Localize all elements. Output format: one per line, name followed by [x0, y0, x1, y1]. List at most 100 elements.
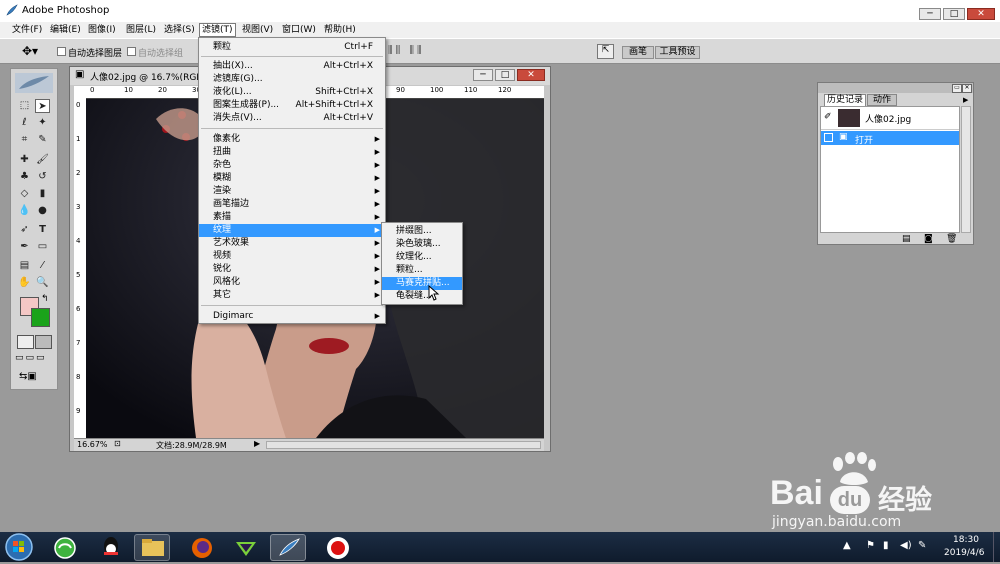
- pen-tool-icon[interactable]: ✒: [17, 240, 32, 254]
- brush-tool-icon[interactable]: 🖌: [35, 153, 50, 167]
- delete-state-icon[interactable]: 🗑: [946, 234, 957, 244]
- show-desktop-button[interactable]: [993, 532, 1000, 562]
- snapshot-source-icon[interactable]: ✐: [824, 112, 832, 122]
- menu-item-vanishing-point[interactable]: 消失点(V)... Alt+Ctrl+V: [199, 112, 385, 125]
- hand-tool-icon[interactable]: ✋: [17, 276, 32, 290]
- tab-brushes[interactable]: 画笔: [622, 46, 654, 59]
- taskbar-qq-icon[interactable]: [93, 534, 129, 561]
- align-buttons-icon[interactable]: ⫼⫼ ⫼⫼: [388, 45, 425, 56]
- tray-action-center-icon[interactable]: ⚑: [866, 540, 875, 551]
- notes-tool-icon[interactable]: ▤: [17, 259, 32, 273]
- swap-colors-icon[interactable]: ↰: [41, 294, 49, 304]
- menu-item-filter-gallery[interactable]: 滤镜库(G)...: [199, 73, 385, 86]
- maximize-button[interactable]: □: [943, 8, 965, 20]
- doc-close-button[interactable]: ✕: [517, 69, 545, 81]
- new-snapshot-icon[interactable]: ◙: [924, 234, 933, 244]
- taskbar-360-icon[interactable]: [47, 534, 83, 561]
- tab-history[interactable]: 历史记录: [824, 94, 866, 106]
- menu-item-mosaic-tiles[interactable]: 马赛克拼贴...: [382, 277, 462, 290]
- clone-stamp-icon[interactable]: ♣: [17, 170, 32, 184]
- menu-item-artistic[interactable]: 艺术效果 ▶: [199, 237, 385, 250]
- menu-item-texture[interactable]: 纹理 ▶: [199, 224, 385, 237]
- menu-item-patchwork[interactable]: 拼缀图...: [382, 225, 462, 238]
- taskbar-recorder-icon[interactable]: [320, 534, 356, 561]
- move-tool-icon[interactable]: ✥▾: [22, 44, 38, 58]
- zoom-tool-icon[interactable]: 🔍: [35, 276, 50, 290]
- history-scrollbar[interactable]: [961, 106, 971, 233]
- menu-select[interactable]: 选择(S): [162, 23, 197, 37]
- auto-select-group-checkbox[interactable]: [127, 47, 136, 56]
- palette-browser-icon[interactable]: ⇱: [597, 44, 614, 59]
- menu-file[interactable]: 文件(F): [10, 23, 44, 37]
- clock-date[interactable]: 2019/4/6: [944, 548, 984, 558]
- path-select-icon[interactable]: ➶: [17, 223, 32, 237]
- gradient-tool-icon[interactable]: ▮: [35, 187, 50, 201]
- history-brush-icon[interactable]: ↺: [35, 170, 50, 184]
- lasso-tool-icon[interactable]: ℓ: [17, 116, 32, 130]
- menu-item-sharpen[interactable]: 锐化 ▶: [199, 263, 385, 276]
- blur-tool-icon[interactable]: 💧: [17, 204, 32, 218]
- history-snapshot[interactable]: ✐ 人像02.jpg: [821, 107, 959, 130]
- menu-item-digimarc[interactable]: Digimarc ▶: [199, 310, 385, 323]
- magic-wand-icon[interactable]: ✦: [35, 116, 50, 130]
- tab-tool-presets[interactable]: 工具预设: [655, 46, 700, 59]
- menu-item-noise[interactable]: 杂色 ▶: [199, 159, 385, 172]
- menu-item-blur[interactable]: 模糊 ▶: [199, 172, 385, 185]
- minimize-button[interactable]: ─: [919, 8, 941, 20]
- new-document-from-state-icon[interactable]: ▤: [902, 234, 911, 244]
- doc-minimize-button[interactable]: ─: [473, 69, 493, 81]
- standard-mode-icon[interactable]: [17, 335, 34, 349]
- slice-tool-icon[interactable]: ✎: [35, 133, 50, 147]
- tray-network-icon[interactable]: ▮: [883, 540, 889, 551]
- quick-mask-icon[interactable]: [35, 335, 52, 349]
- history-source-checkbox[interactable]: [824, 133, 833, 142]
- menu-item-pixelate[interactable]: 像素化 ▶: [199, 133, 385, 146]
- menu-item-extract[interactable]: 抽出(X)... Alt+Ctrl+X: [199, 60, 385, 73]
- start-button-icon[interactable]: [4, 533, 34, 562]
- menu-item-craquelure[interactable]: 龟裂缝...: [382, 290, 462, 303]
- menu-item-grain[interactable]: 颗粒...: [382, 264, 462, 277]
- screen-mode-icons[interactable]: ▭▭▭: [15, 353, 47, 363]
- menu-item-liquify[interactable]: 液化(L)... Shift+Ctrl+X: [199, 86, 385, 99]
- menu-item-video[interactable]: 视频 ▶: [199, 250, 385, 263]
- clock-time[interactable]: 18:30: [953, 535, 979, 545]
- dodge-tool-icon[interactable]: ●: [35, 204, 50, 218]
- menu-item-distort[interactable]: 扭曲 ▶: [199, 146, 385, 159]
- healing-brush-icon[interactable]: ✚: [17, 153, 32, 167]
- shape-tool-icon[interactable]: ▭: [35, 240, 50, 254]
- status-menu-arrow-icon[interactable]: ▶: [254, 439, 260, 448]
- menu-edit[interactable]: 编辑(E): [48, 23, 83, 37]
- doc-maximize-button[interactable]: □: [495, 69, 515, 81]
- menu-help[interactable]: 帮助(H): [322, 23, 358, 37]
- menu-item-texturizer[interactable]: 纹理化...: [382, 251, 462, 264]
- taskbar-video-app-icon[interactable]: [228, 534, 264, 561]
- menu-view[interactable]: 视图(V): [240, 23, 275, 37]
- menu-item-last-filter[interactable]: 颗粒 Ctrl+F: [199, 41, 385, 54]
- eraser-tool-icon[interactable]: ◇: [17, 187, 32, 201]
- menu-item-sketch[interactable]: 素描 ▶: [199, 211, 385, 224]
- close-button[interactable]: ✕: [967, 8, 995, 20]
- crop-tool-icon[interactable]: ⌗: [17, 133, 32, 147]
- panel-minimize-icon[interactable]: ▭: [952, 84, 962, 93]
- panel-menu-arrow-icon[interactable]: ▶: [963, 96, 968, 104]
- menu-filter[interactable]: 滤镜(T): [199, 23, 236, 37]
- panel-close-icon[interactable]: ✕: [962, 84, 972, 93]
- menu-image[interactable]: 图像(I): [86, 23, 118, 37]
- menu-item-stylize[interactable]: 风格化 ▶: [199, 276, 385, 289]
- taskbar-photoshop-icon[interactable]: [270, 534, 306, 561]
- jump-to-imageready-icon[interactable]: ⇆▣: [19, 371, 37, 382]
- tray-input-icon[interactable]: ✎: [918, 540, 926, 551]
- menu-item-stained-glass[interactable]: 染色玻璃...: [382, 238, 462, 251]
- tray-expand-icon[interactable]: ▲: [843, 540, 851, 551]
- menu-item-render[interactable]: 渲染 ▶: [199, 185, 385, 198]
- horizontal-scrollbar[interactable]: [266, 441, 541, 449]
- type-tool-icon[interactable]: T: [35, 223, 50, 237]
- tab-actions[interactable]: 动作: [867, 94, 897, 106]
- background-color-swatch[interactable]: [31, 308, 50, 327]
- tray-volume-icon[interactable]: ◀): [900, 540, 912, 551]
- history-state[interactable]: ▣ 打开: [821, 131, 959, 146]
- zoom-level[interactable]: 16.67%: [77, 440, 108, 449]
- taskbar-firefox-icon[interactable]: [184, 534, 220, 561]
- move-tool-icon[interactable]: ➤: [35, 99, 50, 113]
- taskbar-explorer-icon[interactable]: [134, 534, 170, 561]
